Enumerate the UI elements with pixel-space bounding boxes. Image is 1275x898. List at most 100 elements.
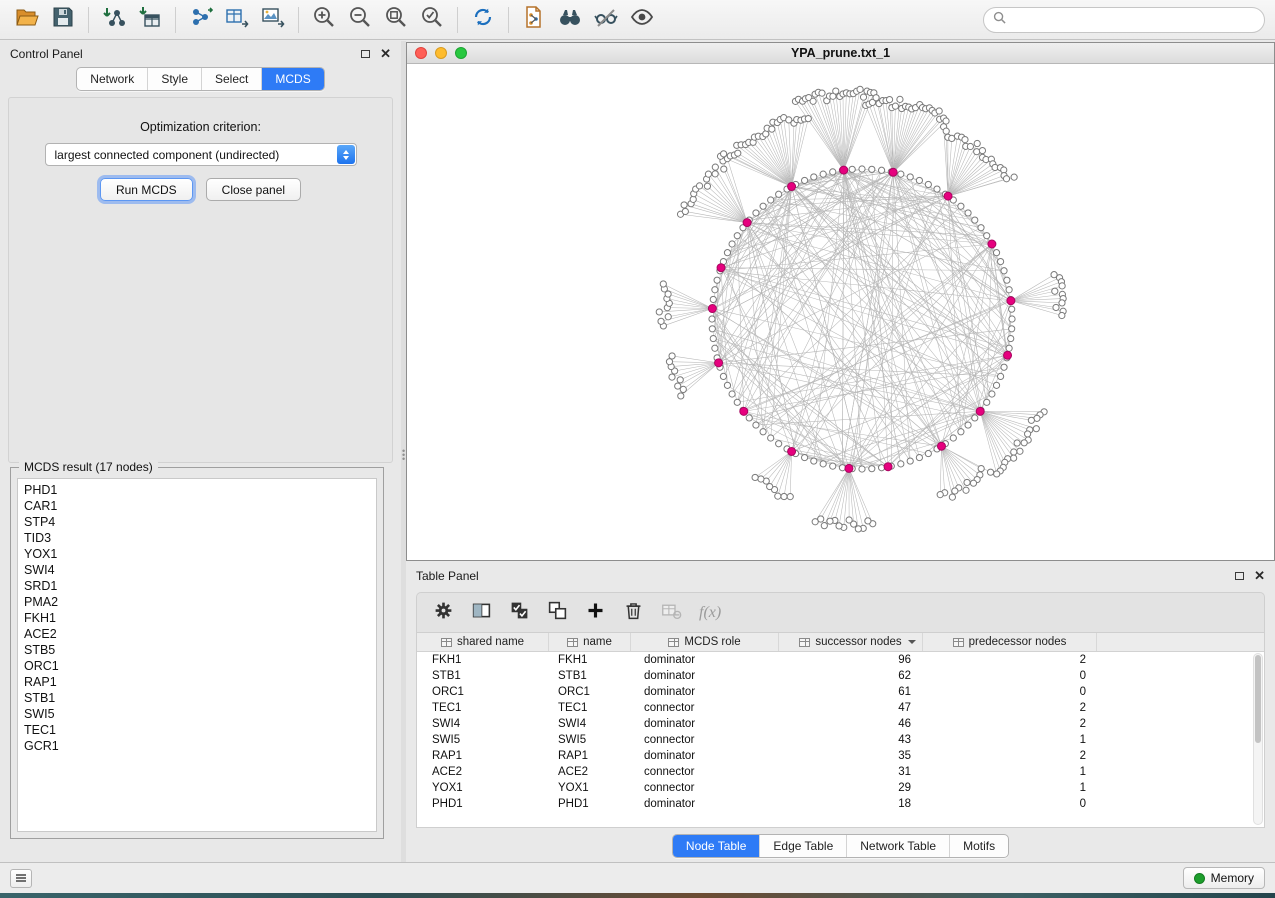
mcds-result-item[interactable]: STP4 [24,514,376,530]
find-network-button[interactable] [553,5,587,35]
column-header-shared-name[interactable]: shared name [417,633,549,651]
table-row[interactable]: ORC1ORC1dominator610 [417,684,1252,700]
memory-button[interactable]: Memory [1183,867,1265,889]
mcds-result-item[interactable]: PMA2 [24,594,376,610]
table-settings-button[interactable] [433,600,454,626]
search-field[interactable] [983,7,1265,33]
import-table-button[interactable] [133,5,167,35]
unselect-all-button[interactable] [547,600,568,626]
hide-graphics-details-button[interactable] [589,5,623,35]
mcds-result-item[interactable]: YOX1 [24,546,376,562]
table-row[interactable]: SWI4SWI4dominator462 [417,716,1252,732]
share-document-button[interactable] [517,5,551,35]
export-image-button[interactable] [256,5,290,35]
status-bar: Memory [0,862,1275,893]
column-type-icon [668,638,679,647]
control-panel: Control Panel ✕ Network Style Select MCD… [0,41,401,862]
tab-style[interactable]: Style [147,68,201,90]
table-cell: 47 [779,702,923,714]
table-cell: ACE2 [417,766,549,778]
tab-edge-table[interactable]: Edge Table [759,835,846,857]
mcds-result-item[interactable]: TID3 [24,530,376,546]
table-cell: 2 [923,750,1097,762]
mcds-result-item[interactable]: FKH1 [24,610,376,626]
table-scrollbar[interactable] [1253,653,1263,825]
close-table-panel-icon[interactable]: ✕ [1254,571,1265,581]
table-cell: dominator [631,750,779,762]
select-all-button[interactable] [509,600,530,626]
close-panel-button[interactable]: Close panel [206,178,301,201]
close-panel-icon[interactable]: ✕ [380,49,391,59]
import-network-button[interactable] [97,5,131,35]
save-session-button[interactable] [46,5,80,35]
memory-status-icon [1194,873,1205,884]
table-row[interactable]: STB1STB1dominator620 [417,668,1252,684]
mcds-result-item[interactable]: SRD1 [24,578,376,594]
mcds-result-item[interactable]: CAR1 [24,498,376,514]
table-cell: dominator [631,718,779,730]
table-cell: 35 [779,750,923,762]
table-row[interactable]: TEC1TEC1connector472 [417,700,1252,716]
binoculars-icon [558,5,582,34]
show-graphics-details-button[interactable] [625,5,659,35]
mcds-result-item[interactable]: RAP1 [24,674,376,690]
column-header-predecessor-nodes[interactable]: predecessor nodes [923,633,1097,651]
table-row[interactable]: ACE2ACE2connector311 [417,764,1252,780]
table-row[interactable]: SWI5SWI5connector431 [417,732,1252,748]
table-cell: 2 [923,654,1097,666]
table-row[interactable]: FKH1FKH1dominator962 [417,652,1252,668]
tab-motifs[interactable]: Motifs [949,835,1008,857]
mcds-result-item[interactable]: GCR1 [24,738,376,754]
task-history-button[interactable] [10,869,32,888]
add-column-button[interactable] [585,600,606,626]
optimization-criterion-select[interactable]: largest connected component (undirected) [45,143,357,166]
zoom-selected-button[interactable] [415,5,449,35]
network-canvas[interactable] [407,64,1274,560]
table-cell: 18 [779,798,923,810]
zoom-in-button[interactable] [307,5,341,35]
mcds-result-item[interactable]: SWI5 [24,706,376,722]
float-table-panel-icon[interactable] [1235,572,1244,580]
export-table-button[interactable] [220,5,254,35]
export-network-button[interactable] [184,5,218,35]
toolbar-separator [88,7,89,33]
table-cell: SWI4 [549,718,631,730]
float-panel-icon[interactable] [361,50,370,58]
mcds-result-item[interactable]: ACE2 [24,626,376,642]
mcds-tab-content: Optimization criterion: largest connecte… [8,97,393,463]
tab-network[interactable]: Network [77,68,147,90]
table-row[interactable]: PHD1PHD1dominator180 [417,796,1252,812]
function-builder-button[interactable]: f(x) [699,604,721,622]
apply-layout-button[interactable] [466,5,500,35]
mcds-result-item[interactable]: STB1 [24,690,376,706]
column-header-name[interactable]: name [549,633,631,651]
zoom-fit-button[interactable] [379,5,413,35]
mcds-result-list[interactable]: PHD1CAR1STP4TID3YOX1SWI4SRD1PMA2FKH1ACE2… [17,478,377,832]
table-scrollbar-thumb[interactable] [1255,655,1261,743]
table-cell: FKH1 [417,654,549,666]
zoom-out-button[interactable] [343,5,377,35]
table-cell: 2 [923,702,1097,714]
mcds-result-item[interactable]: SWI4 [24,562,376,578]
table-row[interactable]: YOX1YOX1connector291 [417,780,1252,796]
mcds-result-item[interactable]: TEC1 [24,722,376,738]
mcds-result-item[interactable]: STB5 [24,642,376,658]
table-row[interactable]: RAP1RAP1dominator352 [417,748,1252,764]
table-panel-title: Table Panel [416,569,479,583]
mcds-result-item[interactable]: ORC1 [24,658,376,674]
column-header-mcds-role[interactable]: MCDS role [631,633,779,651]
search-input[interactable] [1012,13,1255,27]
delete-column-button[interactable] [623,600,644,626]
toggle-columns-button[interactable] [471,600,492,626]
tab-select[interactable]: Select [201,68,261,90]
mcds-result-item[interactable]: PHD1 [24,482,376,498]
tab-node-table[interactable]: Node Table [673,835,760,857]
column-header-successor-nodes[interactable]: successor nodes [779,633,923,651]
table-panel-tabs: Node Table Edge Table Network Table Moti… [672,834,1009,858]
open-session-button[interactable] [10,5,44,35]
run-mcds-button[interactable]: Run MCDS [100,178,193,201]
table-cell: 62 [779,670,923,682]
tab-mcds[interactable]: MCDS [261,68,323,90]
tab-network-table[interactable]: Network Table [846,835,949,857]
table-cell: 0 [923,686,1097,698]
